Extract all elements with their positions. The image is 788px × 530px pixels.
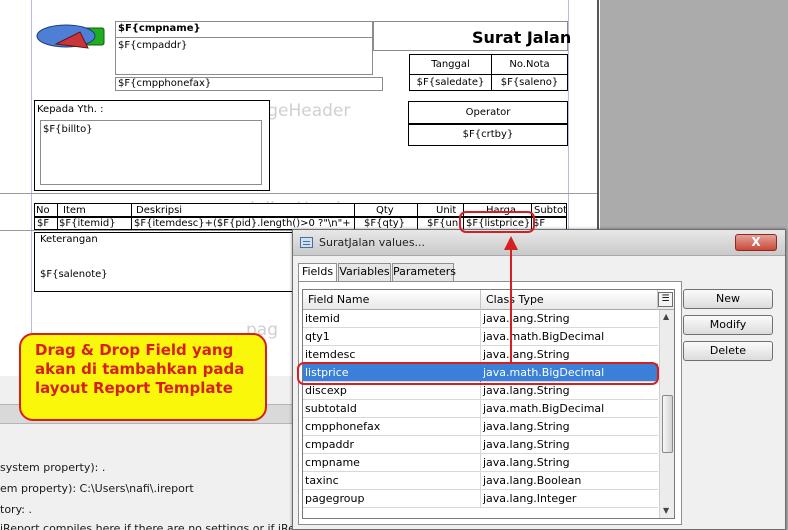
cmpname-text: $F{cmpname} — [118, 23, 201, 34]
tab-parameters[interactable]: Parameters — [392, 263, 456, 281]
field-name-cell: qty1 — [303, 328, 481, 346]
table-row[interactable]: qty1 java.math.BigDecimal — [303, 328, 658, 346]
field-name-cell: taxinc — [303, 472, 481, 490]
listprice-row-highlight — [297, 362, 659, 385]
band-separator[interactable] — [0, 193, 597, 194]
window-icon — [300, 237, 313, 248]
tab-variables[interactable]: Variables — [338, 263, 391, 281]
scrollbar-thumb[interactable] — [662, 395, 673, 453]
col-qty-label: Qty — [376, 205, 394, 216]
col-unit-label: Unit — [436, 205, 457, 216]
saledate-text: $F{saledate} — [416, 77, 485, 88]
table-row[interactable]: pagegroup java.lang.Integer — [303, 490, 658, 508]
fields-panel: Field Name Class Type ☰ itemid java.lang… — [298, 281, 682, 525]
class-type-cell: java.lang.String — [483, 456, 570, 469]
table-header: Field Name Class Type ☰ — [303, 290, 674, 310]
dialog-title: SuratJalan values... — [319, 236, 426, 249]
new-button[interactable]: New — [683, 289, 773, 309]
col-divider — [131, 203, 132, 230]
table-row[interactable]: cmpaddr java.lang.String — [303, 436, 658, 454]
kepada-label: Kepada Yth. : — [37, 104, 104, 115]
cmpaddr-text: $F{cmpaddr} — [118, 40, 188, 51]
class-type-cell: java.math.BigDecimal — [483, 402, 605, 415]
class-type-cell: java.math.BigDecimal — [483, 330, 605, 343]
scroll-down-icon[interactable]: ▼ — [663, 506, 669, 515]
cmpphonefax-text: $F{cmpphonefax} — [118, 78, 212, 89]
billto-text: $F{billto} — [43, 124, 93, 135]
fields-table: Field Name Class Type ☰ itemid java.lang… — [302, 289, 675, 519]
class-type-cell: java.lang.String — [483, 420, 570, 433]
table-row[interactable]: itemid java.lang.String — [303, 310, 658, 328]
company-logo[interactable] — [34, 22, 110, 50]
log-line: em property): C:\Users\nafi\.ireport — [0, 482, 194, 495]
table-row[interactable]: subtotald java.math.BigDecimal — [303, 400, 658, 418]
class-type-cell: java.lang.String — [483, 312, 570, 325]
class-type-cell: java.lang.Boolean — [483, 474, 582, 487]
class-type-cell: java.lang.String — [483, 438, 570, 451]
detail-no-field[interactable]: $F — [37, 218, 57, 230]
log-line: system property): . — [0, 461, 106, 474]
col-no-label: No — [36, 205, 50, 216]
header-class-type[interactable]: Class Type — [481, 290, 658, 310]
field-name-cell: itemid — [303, 310, 481, 328]
field-name-cell: cmpaddr — [303, 436, 481, 454]
log-line: iReport compiles here if there are no se… — [0, 522, 318, 530]
field-name-cell: subtotald — [303, 400, 481, 418]
col-subtot-label: Subtot — [534, 205, 567, 216]
operator-label: Operator — [465, 107, 511, 118]
table-row[interactable]: cmpphonefax java.lang.String — [303, 418, 658, 436]
nota-label: No.Nota — [509, 59, 550, 70]
delete-button[interactable]: Delete — [683, 341, 773, 361]
col-divider — [417, 203, 418, 230]
dialog-titlebar[interactable]: SuratJalan values... X — [293, 230, 785, 256]
class-type-cell: java.lang.Integer — [483, 492, 577, 505]
log-line: tory: . — [0, 503, 32, 516]
header-field-name[interactable]: Field Name — [303, 290, 481, 310]
detail-itemid-field[interactable]: $F{itemid} — [59, 218, 131, 230]
listprice-field-highlight — [459, 211, 535, 233]
close-button[interactable]: X — [735, 234, 777, 251]
col-divider — [57, 203, 58, 230]
table-row[interactable]: taxinc java.lang.Boolean — [303, 472, 658, 490]
keterangan-label: Keterangan — [40, 234, 98, 245]
field-name-cell: pagegroup — [303, 490, 481, 508]
modify-button[interactable]: Modify — [683, 315, 773, 335]
field-name-cell: cmpphonefax — [303, 418, 481, 436]
col-item-label: Item — [63, 205, 86, 216]
tab-fields[interactable]: Fields — [298, 263, 337, 282]
salenote-text: $F{salenote} — [40, 269, 108, 280]
left-margin-guide — [31, 0, 32, 376]
crtby-text: $F{crtby} — [462, 129, 514, 140]
saleno-text: $F{saleno} — [500, 77, 559, 88]
column-chooser-icon[interactable]: ☰ — [658, 292, 673, 307]
annotation-callout: Drag & Drop Field yang akan di tambahkan… — [19, 333, 267, 421]
table-scrollbar[interactable]: ▲ ▼ — [659, 310, 674, 518]
col-divider — [354, 203, 355, 230]
col-deskripsi-label: Deskripsi — [136, 205, 183, 216]
tanggal-label: Tanggal — [431, 59, 470, 70]
scroll-up-icon[interactable]: ▲ — [663, 312, 669, 321]
table-row[interactable]: cmpname java.lang.String — [303, 454, 658, 472]
field-name-cell: cmpname — [303, 454, 481, 472]
report-title: Surat Jalan — [472, 28, 572, 47]
logo-shapes-icon — [36, 24, 105, 49]
